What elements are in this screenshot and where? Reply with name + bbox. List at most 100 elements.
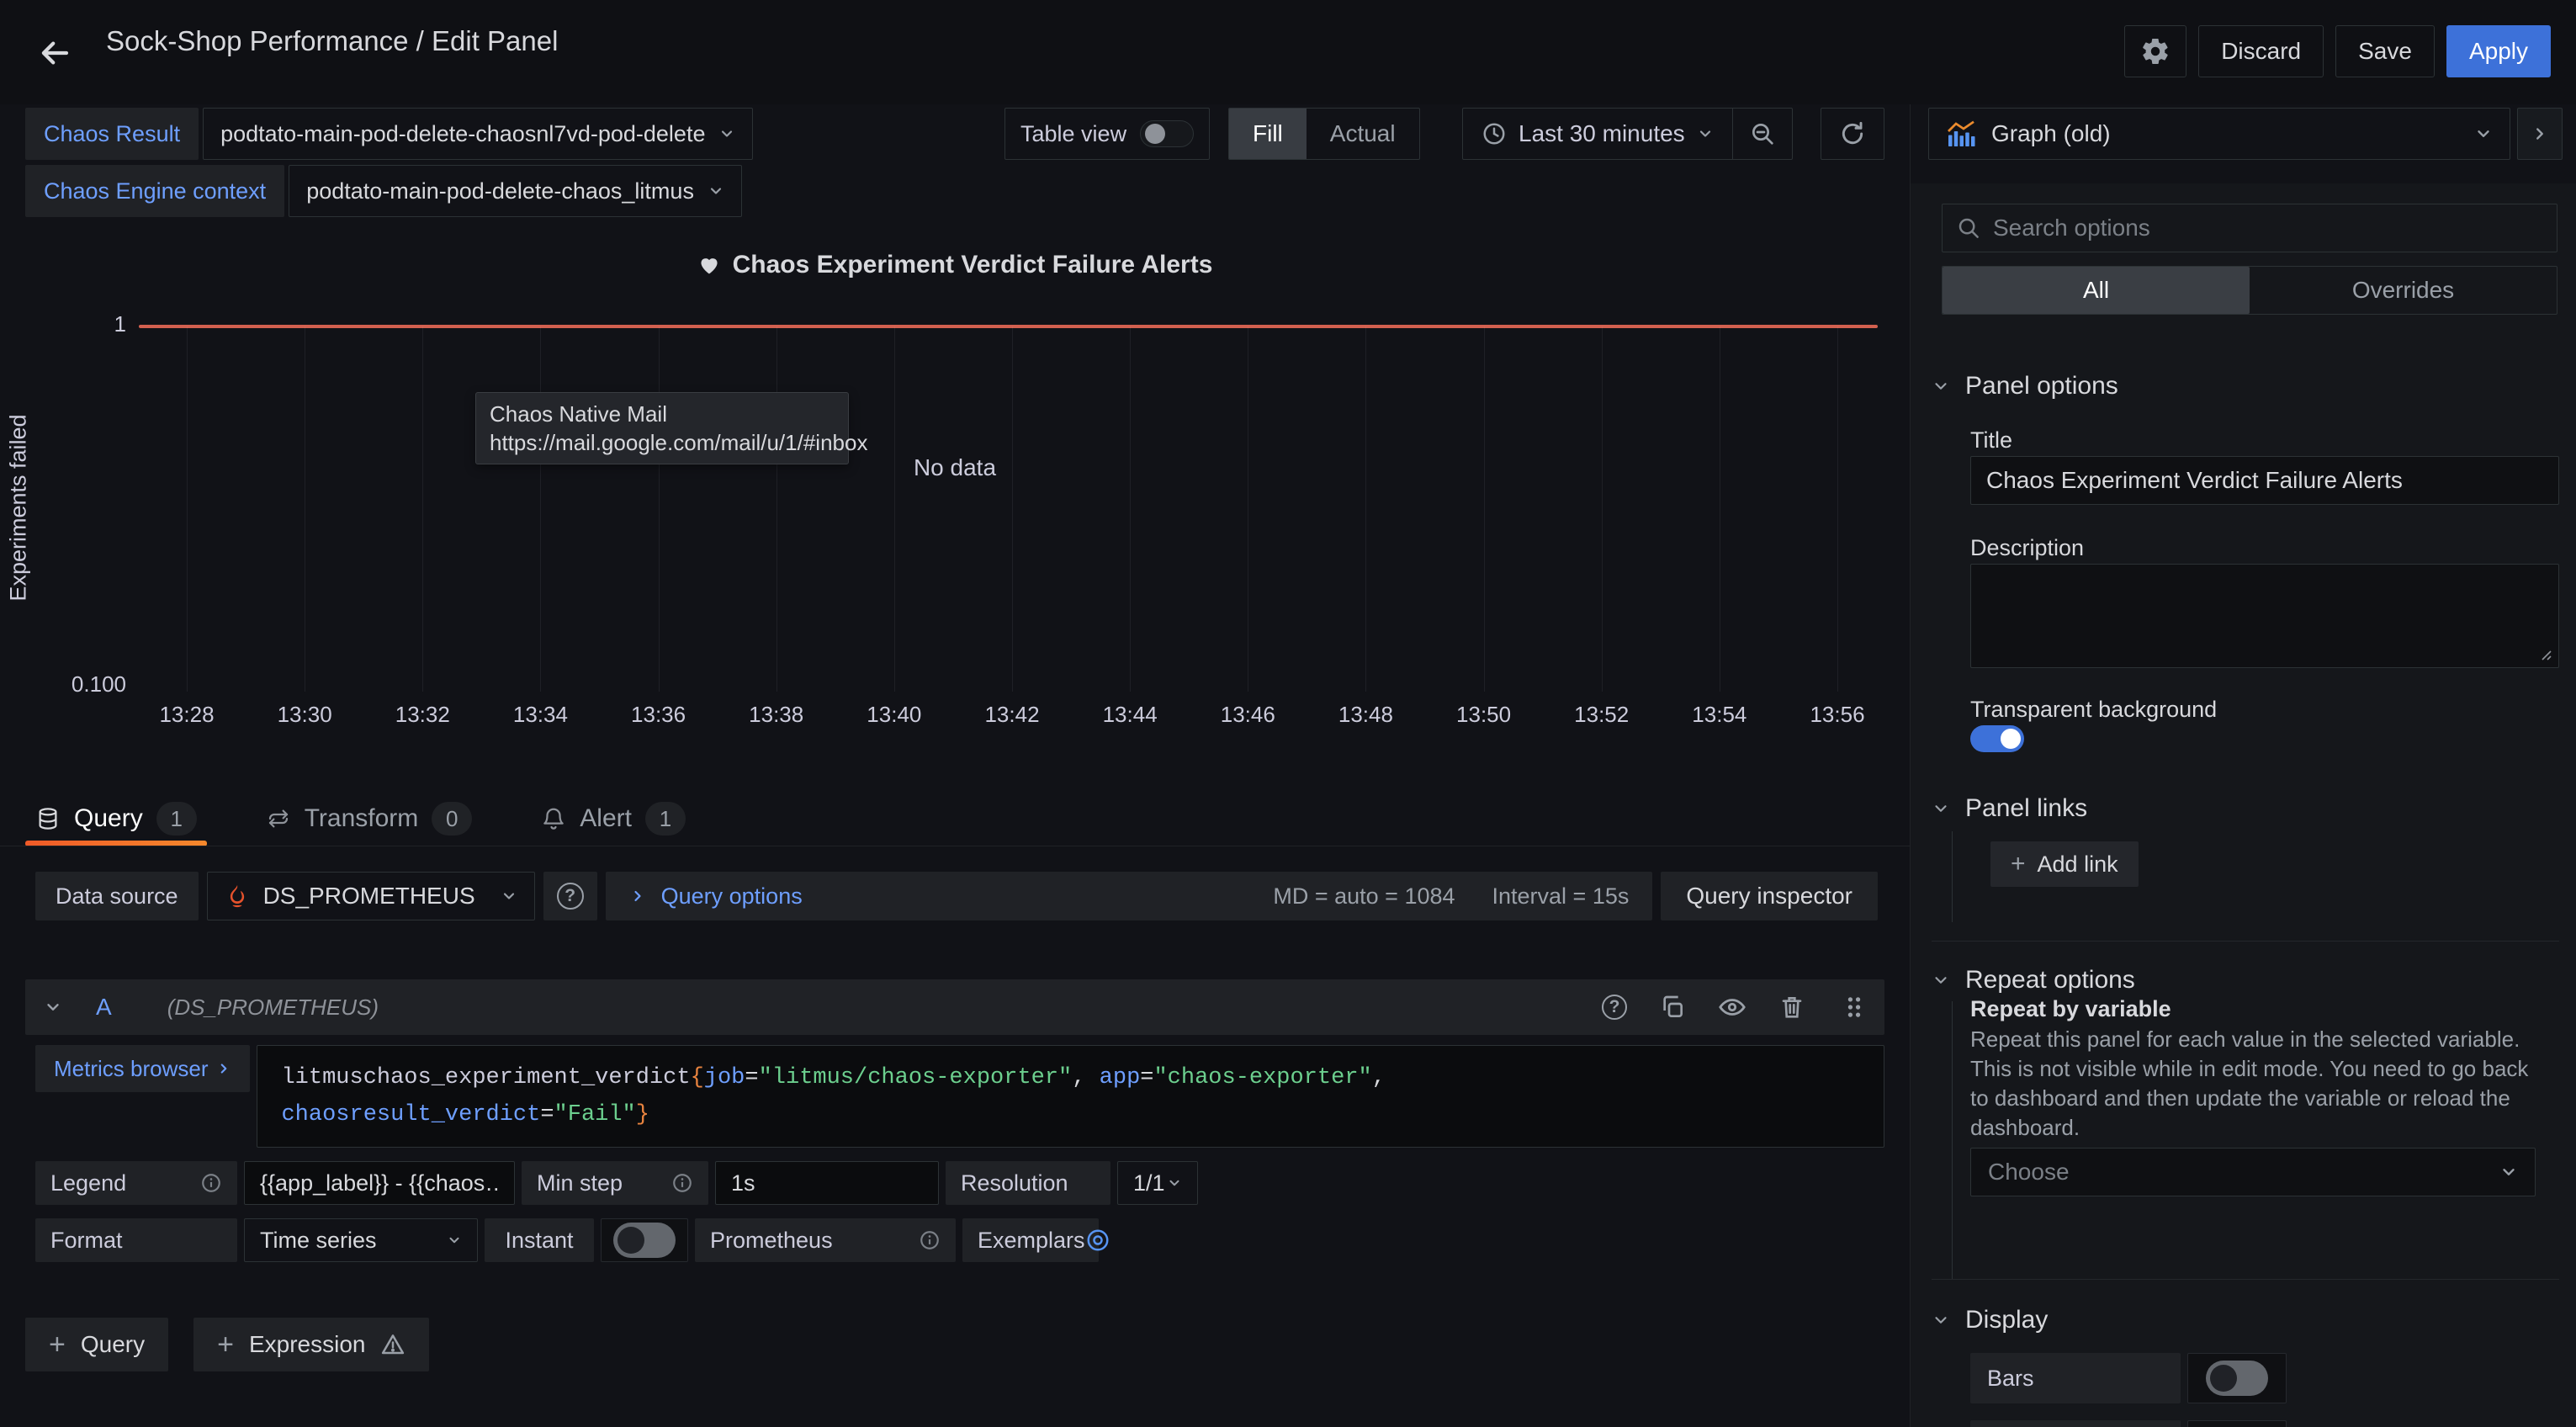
table-view-toggle[interactable] — [1140, 120, 1194, 147]
panel-description-textarea[interactable] — [1970, 564, 2559, 668]
help-icon[interactable]: ? — [1602, 995, 1627, 1020]
table-view-label: Table view — [1020, 121, 1126, 147]
eye-icon[interactable] — [1718, 993, 1746, 1021]
zoom-out-icon — [1749, 120, 1776, 147]
panel-options-section-header[interactable]: Panel options — [1932, 372, 2118, 401]
chevron-down-icon[interactable] — [44, 998, 62, 1016]
plot-area[interactable] — [139, 326, 1878, 692]
x-axis-tick: 13:42 — [984, 702, 1039, 728]
table-view-control: Table view — [1004, 108, 1210, 160]
format-options-row: Format Time series Instant Prometheus Ex… — [35, 1218, 1884, 1262]
bars-toggle[interactable] — [2206, 1361, 2268, 1396]
add-expression-button[interactable]: + Expression — [193, 1318, 429, 1371]
display-section-header[interactable]: Display — [1932, 1306, 2048, 1334]
title-field-label: Title — [1970, 427, 2012, 454]
x-axis-tick: 13:50 — [1456, 702, 1511, 728]
panel-title-input[interactable] — [1970, 456, 2559, 505]
actual-option[interactable]: Actual — [1307, 109, 1419, 159]
tab-transform[interactable]: Transform 0 — [256, 793, 483, 845]
resize-grip-icon[interactable] — [2537, 646, 2554, 663]
tooltip-title: Chaos Native Mail — [490, 400, 835, 428]
options-search[interactable] — [1942, 204, 2557, 252]
chart-gridline — [1602, 326, 1603, 692]
interval-summary: Interval = 15s — [1492, 883, 1630, 910]
back-arrow-icon[interactable] — [34, 32, 76, 74]
repeat-options-section-header[interactable]: Repeat options — [1932, 966, 2135, 995]
tab-alert[interactable]: Alert 1 — [531, 793, 696, 845]
variable-value-dropdown[interactable]: podtato-main-pod-delete-chaosnl7vd-pod-d… — [203, 108, 753, 160]
query-options-bar[interactable]: Query options MD = auto = 1084 Interval … — [606, 872, 1653, 920]
heart-icon — [697, 253, 721, 277]
chevron-down-icon — [1932, 377, 1950, 395]
time-range-label: Last 30 minutes — [1519, 120, 1685, 147]
trash-icon[interactable] — [1778, 994, 1805, 1021]
x-axis-tick: 13:56 — [1810, 702, 1864, 728]
x-axis-tick: 13:32 — [395, 702, 450, 728]
apply-button[interactable]: Apply — [2446, 25, 2551, 77]
time-range-button[interactable]: Last 30 minutes — [1463, 109, 1732, 159]
x-axis-tick: 13:34 — [513, 702, 568, 728]
max-datapoints-summary: MD = auto = 1084 — [1273, 883, 1455, 910]
fill-option[interactable]: Fill — [1229, 109, 1307, 159]
gear-icon — [2140, 36, 2171, 66]
tab-all[interactable]: All — [1943, 267, 2250, 314]
min-step-input[interactable] — [715, 1161, 939, 1205]
datasource-picker[interactable]: DS_PROMETHEUS — [207, 872, 535, 920]
metrics-browser-label: Metrics browser — [54, 1056, 208, 1082]
variable-label: Chaos Engine context — [25, 165, 284, 217]
bars-toggle-well — [2187, 1353, 2287, 1403]
chart-gridline — [187, 326, 188, 692]
discard-button[interactable]: Discard — [2198, 25, 2324, 77]
save-button[interactable]: Save — [2335, 25, 2435, 77]
options-filter-tabs: All Overrides — [1942, 266, 2557, 315]
expr-line-2: chaosresult_verdict="Fail"} — [281, 1096, 1860, 1133]
add-query-button[interactable]: + Query — [25, 1318, 168, 1371]
query-row-header[interactable]: A (DS_PROMETHEUS) ? — [25, 979, 1884, 1035]
search-icon — [1956, 215, 1981, 241]
variable-value-dropdown[interactable]: podtato-main-pod-delete-chaos_litmus — [289, 165, 742, 217]
zoom-out-button[interactable] — [1733, 109, 1792, 159]
refresh-button[interactable] — [1821, 108, 1884, 160]
info-icon — [919, 1229, 941, 1251]
panel-links-section-header[interactable]: Panel links — [1932, 794, 2087, 823]
repeat-variable-select[interactable]: Choose — [1970, 1148, 2536, 1196]
tab-query[interactable]: Query 1 — [25, 793, 207, 845]
plus-icon: + — [217, 1330, 234, 1359]
query-ref-id: A — [96, 994, 112, 1021]
prometheus-label-box: Prometheus — [695, 1218, 956, 1262]
x-axis-ticks: 13:2813:3013:3213:3413:3613:3813:4013:42… — [139, 702, 1878, 730]
y-axis-label: Experiments failed — [6, 382, 32, 634]
x-axis-tick: 13:46 — [1221, 702, 1275, 728]
min-step-label-box: Min step — [522, 1161, 708, 1205]
chevron-down-icon — [1697, 125, 1714, 142]
legend-format-input[interactable] — [244, 1161, 515, 1205]
query-inspector-button[interactable]: Query inspector — [1661, 872, 1878, 920]
datasource-help-button[interactable]: ? — [543, 872, 597, 920]
transparent-background-label: Transparent background — [1970, 697, 2217, 723]
exemplars-eye-icon[interactable] — [1085, 1228, 1110, 1253]
refresh-icon — [1839, 120, 1866, 147]
prometheus-label: Prometheus — [710, 1228, 833, 1254]
resolution-select[interactable]: 1/1 — [1117, 1161, 1198, 1205]
add-link-button[interactable]: + Add link — [1990, 841, 2139, 887]
chevron-down-icon — [2474, 125, 2493, 143]
visualization-picker[interactable]: Graph (old) — [1928, 108, 2510, 160]
search-input[interactable] — [1993, 215, 2543, 241]
collapse-options-button[interactable] — [2517, 108, 2563, 160]
panel-header[interactable]: Chaos Experiment Verdict Failure Alerts — [0, 251, 1910, 279]
format-select[interactable]: Time series — [244, 1218, 478, 1262]
instant-toggle[interactable] — [613, 1223, 676, 1258]
drag-handle-icon[interactable] — [1842, 994, 1866, 1021]
chevron-down-icon — [501, 888, 517, 904]
variable-label: Chaos Result — [25, 108, 199, 160]
promql-expression-input[interactable]: litmuschaos_experiment_verdict{job="litm… — [257, 1045, 1884, 1148]
variable-value: podtato-main-pod-delete-chaos_litmus — [306, 178, 694, 204]
panel-settings-button[interactable] — [2124, 25, 2186, 77]
top-nav: Sock-Shop Performance / Edit Panel Disca… — [0, 0, 2576, 104]
database-icon — [35, 806, 61, 831]
duplicate-icon[interactable] — [1659, 994, 1686, 1021]
metrics-browser-button[interactable]: Metrics browser — [35, 1045, 250, 1092]
transparent-background-toggle[interactable] — [1970, 725, 2024, 752]
query-editor-row-a: A (DS_PROMETHEUS) ? Metrics browser litm… — [25, 979, 1884, 1262]
tab-overrides[interactable]: Overrides — [2250, 267, 2557, 314]
